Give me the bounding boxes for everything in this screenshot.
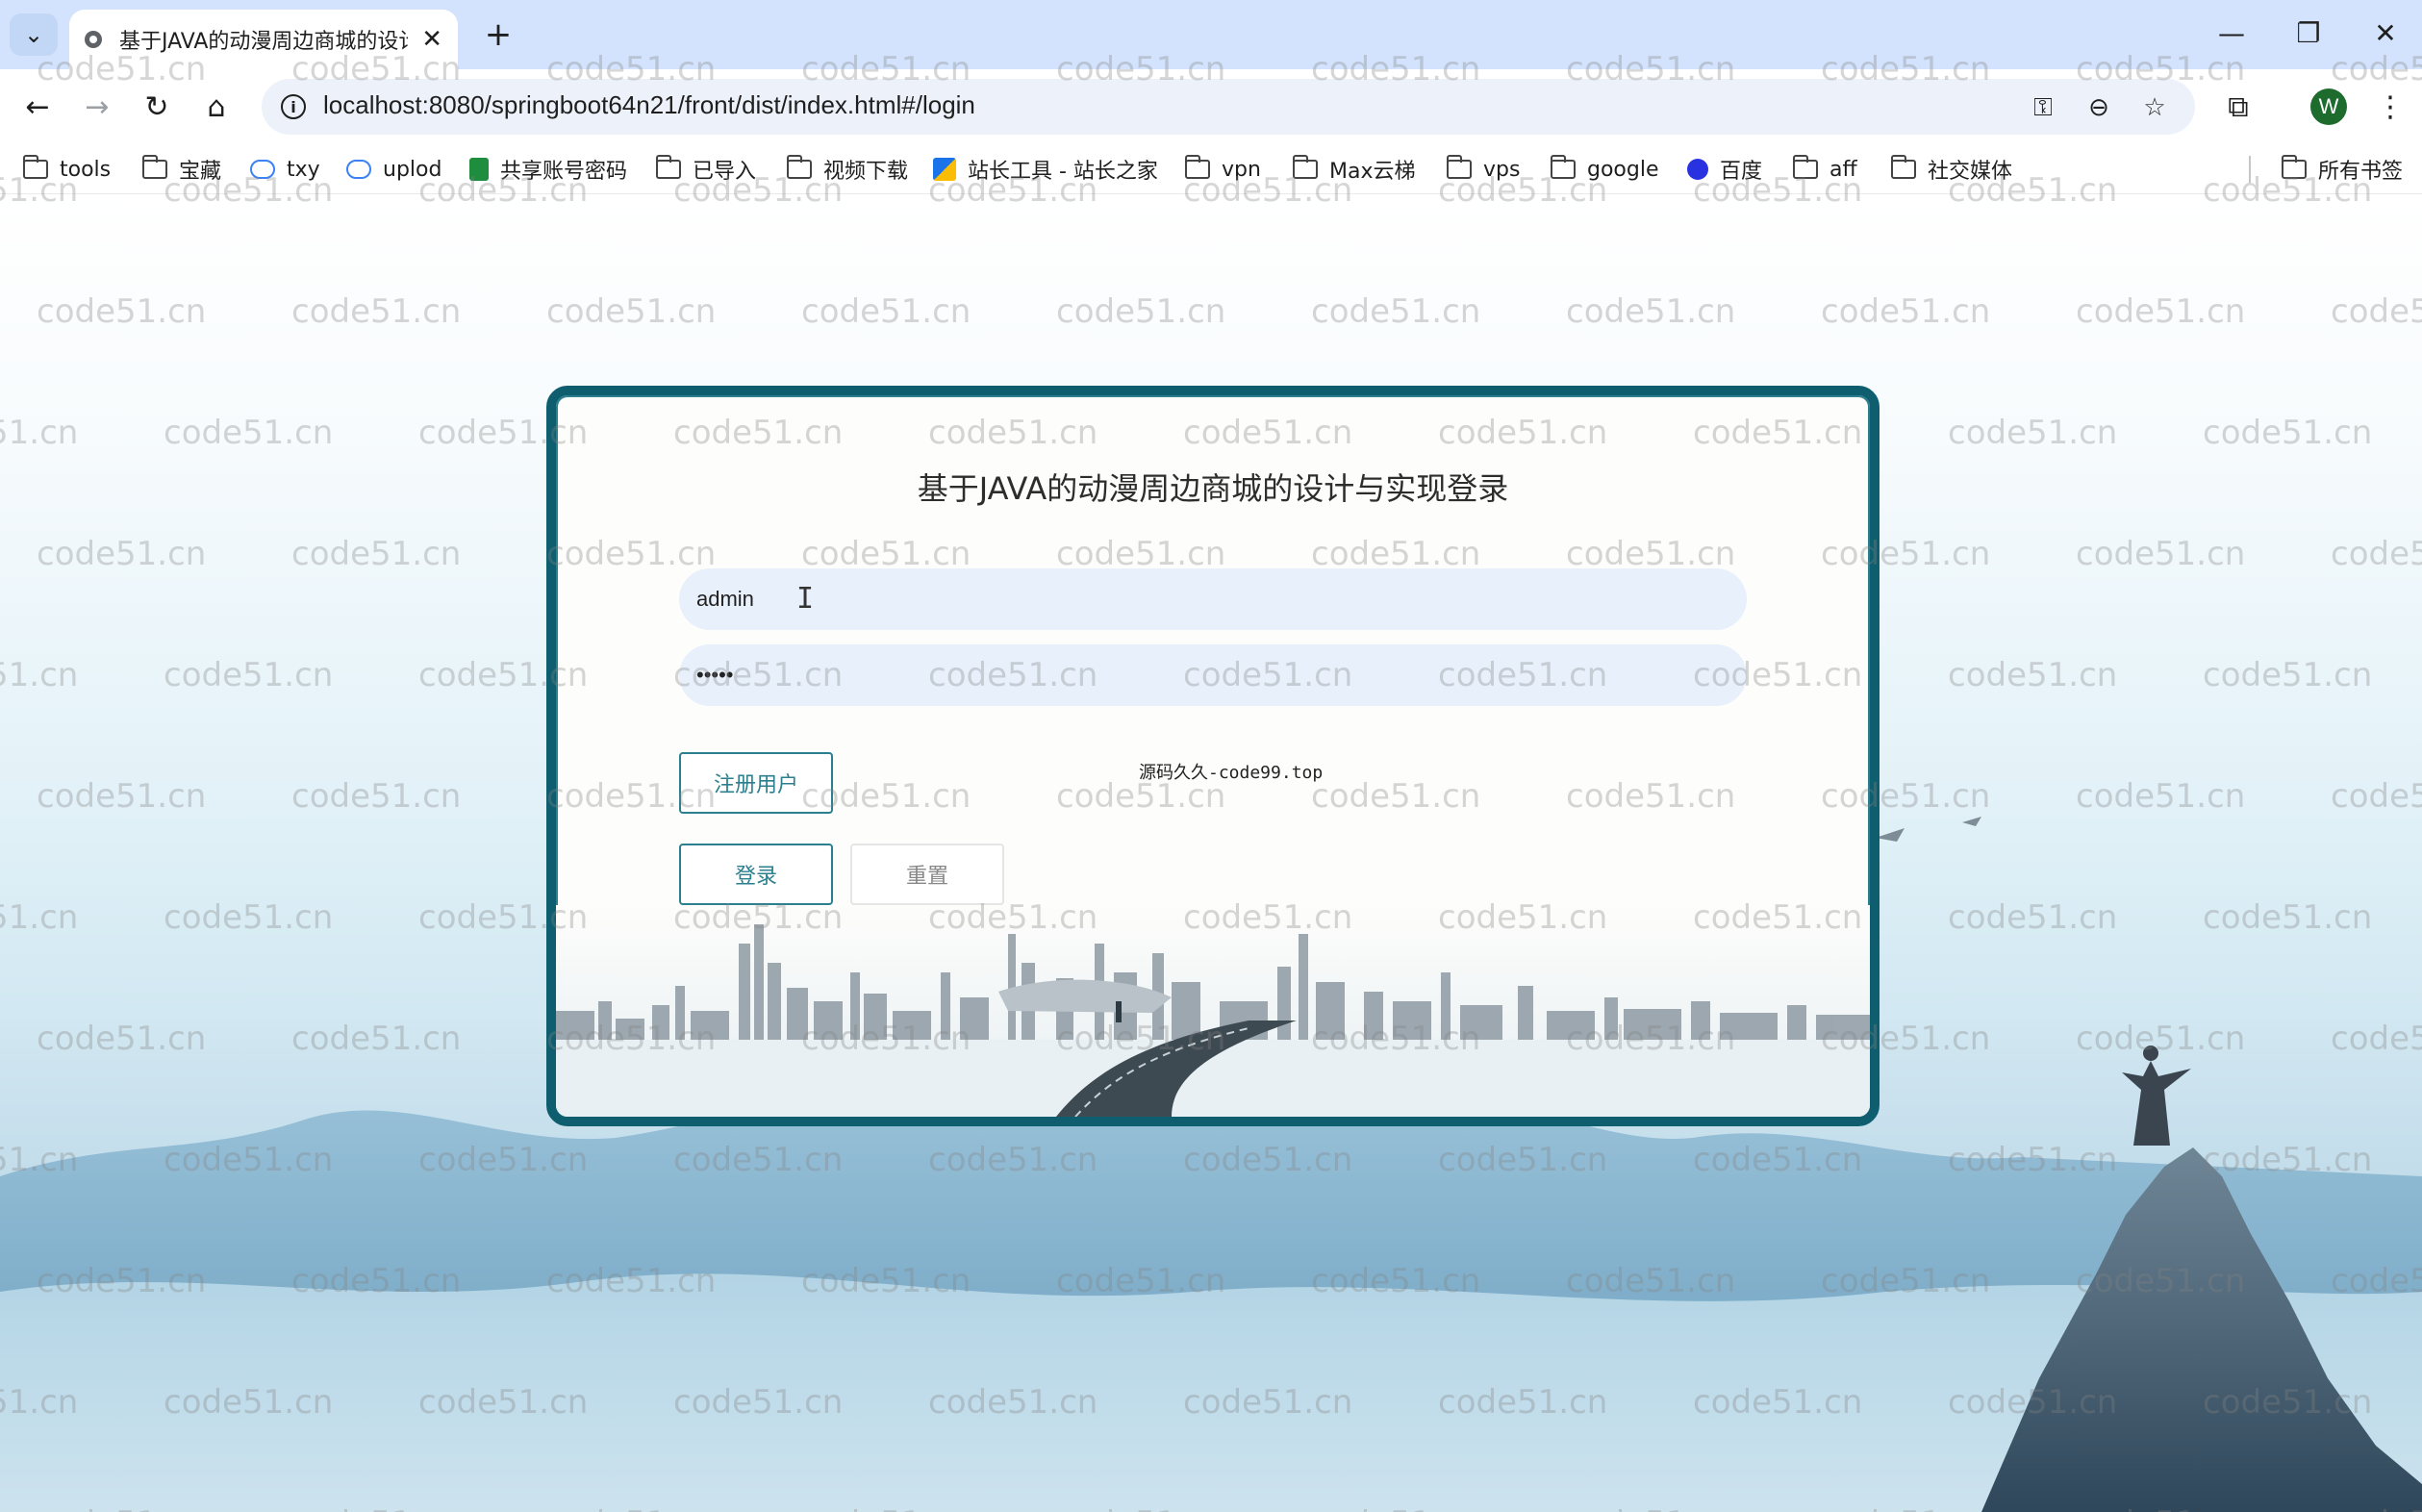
bookmark-google[interactable]: google — [1550, 154, 1659, 185]
folder-icon — [1446, 155, 1472, 179]
bookmark-shared-accounts[interactable]: 共享账号密码 — [469, 154, 627, 185]
page-viewport: 基于JAVA的动漫周边商城的设计与实现登录 I 注册用户 源码久久-code99… — [0, 195, 2422, 1512]
close-tab-icon[interactable]: ✕ — [421, 25, 442, 54]
bookmark-vps[interactable]: vps — [1446, 154, 1520, 185]
login-card: 基于JAVA的动漫周边商城的设计与实现登录 I 注册用户 源码久久-code99… — [546, 386, 1880, 1126]
tab-title: 基于JAVA的动漫周边商城的设计 — [119, 30, 408, 54]
bookmark-uplod[interactable]: uplod — [346, 154, 442, 185]
folder-icon — [1792, 155, 1818, 179]
tab-search-button[interactable]: ⌄ — [10, 13, 58, 56]
password-input[interactable] — [679, 644, 1747, 706]
login-title: 基于JAVA的动漫周边商城的设计与实现登录 — [917, 470, 1509, 507]
tool-icon — [933, 158, 956, 181]
reload-icon[interactable]: ↻ — [135, 85, 179, 129]
restore-icon[interactable]: ❐ — [2280, 13, 2337, 52]
bookmark-webmaster-tools[interactable]: 站长工具 - 站长之家 — [933, 154, 1158, 185]
bookmark-social-media[interactable]: 社交媒体 — [1890, 154, 2012, 185]
cloud-icon — [250, 160, 275, 179]
bookmarks-divider — [2249, 156, 2251, 183]
home-icon[interactable]: ⌂ — [194, 85, 239, 129]
bookmark-aff[interactable]: aff — [1792, 154, 1857, 185]
bookmark-tools[interactable]: tools — [22, 154, 111, 185]
bookmarks-bar: tools 宝藏 txy uplod 共享账号密码 已导入 视频下载 站长工具 … — [0, 144, 2422, 194]
folder-icon — [1890, 155, 1916, 179]
text-cursor-icon: I — [796, 582, 815, 616]
chevron-down-icon: ⌄ — [23, 21, 44, 48]
folder-icon — [1292, 155, 1318, 179]
minimize-icon[interactable]: — — [2203, 13, 2260, 52]
folder-icon — [2281, 155, 2307, 179]
cloud-icon — [346, 160, 371, 179]
bookmark-imported[interactable]: 已导入 — [655, 154, 756, 185]
reset-button[interactable]: 重置 — [850, 844, 1004, 905]
bookmark-txy[interactable]: txy — [250, 154, 320, 185]
url-text[interactable]: localhost:8080/springboot64n21/front/dis… — [323, 90, 975, 120]
folder-icon — [655, 155, 681, 179]
baidu-icon — [1687, 159, 1708, 180]
back-icon[interactable]: ← — [15, 85, 60, 129]
site-info-icon[interactable]: i — [281, 94, 306, 119]
source-note: 源码久久-code99.top — [1139, 763, 1324, 783]
bookmark-baidu[interactable]: 百度 — [1687, 154, 1762, 185]
profile-avatar[interactable]: W — [2310, 88, 2347, 125]
active-tab[interactable]: 基于JAVA的动漫周边商城的设计 ✕ — [69, 10, 458, 69]
bookmark-max[interactable]: Max云梯 — [1292, 154, 1415, 185]
folder-icon — [141, 155, 167, 179]
bookmark-vpn[interactable]: vpn — [1184, 154, 1261, 185]
bookmark-video-download[interactable]: 视频下载 — [786, 154, 908, 185]
close-window-icon[interactable]: ✕ — [2357, 13, 2414, 52]
folder-icon — [1550, 155, 1576, 179]
username-input[interactable] — [679, 568, 1747, 630]
menu-icon[interactable]: ⋮ — [2368, 85, 2412, 129]
folder-icon — [22, 155, 48, 179]
bookmark-all[interactable]: 所有书签 — [2281, 154, 2403, 185]
bookmark-baozang[interactable]: 宝藏 — [141, 154, 221, 185]
key-icon[interactable]: ⚿ — [2024, 88, 2062, 127]
city-skyline-illustration — [556, 905, 1870, 1117]
tab-strip: ⌄ 基于JAVA的动漫周边商城的设计 ✕ + — ❐ ✕ — [0, 0, 2422, 69]
folder-icon — [1184, 155, 1210, 179]
zoom-icon[interactable]: ⊖ — [2080, 88, 2118, 127]
login-button[interactable]: 登录 — [679, 844, 833, 905]
folder-icon — [786, 155, 812, 179]
bookmark-star-icon[interactable]: ☆ — [2135, 88, 2174, 127]
site-favicon-icon — [85, 31, 102, 48]
register-button[interactable]: 注册用户 — [679, 752, 833, 814]
sheet-icon — [469, 158, 489, 181]
browser-toolbar: ← → ↻ ⌂ i localhost:8080/springboot64n21… — [0, 69, 2422, 144]
extensions-icon[interactable]: ⧉ — [2216, 85, 2260, 129]
address-bar[interactable]: i localhost:8080/springboot64n21/front/d… — [262, 79, 2195, 135]
new-tab-button[interactable]: + — [477, 13, 519, 56]
forward-icon[interactable]: → — [75, 85, 119, 129]
